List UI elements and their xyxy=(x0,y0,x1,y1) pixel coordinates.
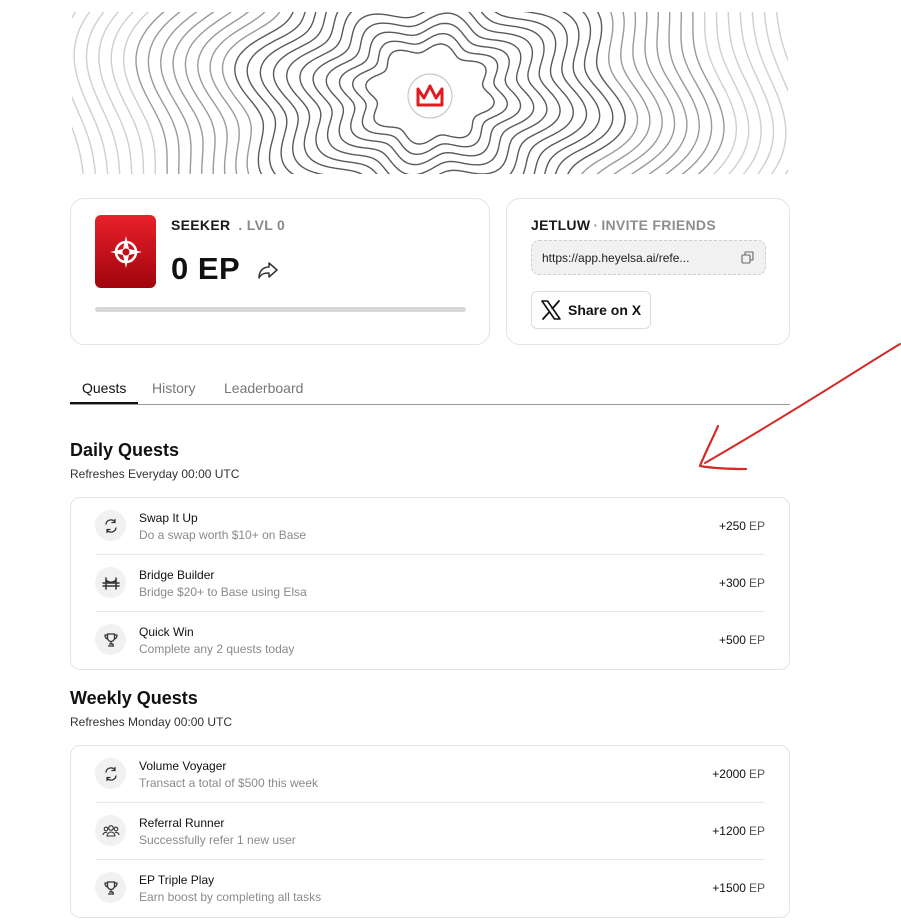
quest-description: Successfully refer 1 new user xyxy=(139,833,296,847)
daily-quests-refresh: Refreshes Everyday 00:00 UTC xyxy=(70,467,240,481)
swap-icon xyxy=(95,758,126,789)
wave-pattern-graphic xyxy=(72,12,788,174)
wave-ring xyxy=(338,22,522,166)
tab-quests[interactable]: Quests xyxy=(70,380,139,404)
quest-item[interactable]: Referral Runner Successfully refer 1 new… xyxy=(95,803,765,860)
quest-title: EP Triple Play xyxy=(139,873,215,887)
badge-ring xyxy=(407,73,453,119)
quest-reward-value: +300 xyxy=(718,576,746,590)
quest-reward-unit: EP xyxy=(748,576,765,590)
referral-link-text: https://app.heyelsa.ai/refe... xyxy=(542,251,690,265)
weekly-quests-title: Weekly Quests xyxy=(70,688,198,708)
quest-reward: +2000 EP xyxy=(712,767,765,781)
quest-reward: +1500 EP xyxy=(712,881,765,895)
username: JETLUW xyxy=(531,217,591,233)
quest-item[interactable]: Swap It Up Do a swap worth $10+ on Base … xyxy=(95,498,765,555)
quest-description: Earn boost by completing all tasks xyxy=(139,890,322,904)
quest-description: Transact a total of $500 this week xyxy=(139,776,318,790)
quest-title: Volume Voyager xyxy=(139,759,227,773)
share-on-x-label: Share on X xyxy=(568,302,642,318)
bridge-icon xyxy=(95,567,126,598)
quest-reward-value: +2000 xyxy=(712,767,746,781)
quest-reward-unit: EP xyxy=(748,824,765,838)
quest-item[interactable]: Bridge Builder Bridge $20+ to Base using… xyxy=(95,555,765,612)
avatar xyxy=(95,215,156,288)
referral-link-field[interactable]: https://app.heyelsa.ai/refe... xyxy=(531,240,766,275)
quest-reward: +1200 EP xyxy=(712,824,765,838)
quest-item[interactable]: Volume Voyager Transact a total of $500 … xyxy=(95,746,765,803)
quest-item[interactable]: Quick Win Complete any 2 quests today +5… xyxy=(95,612,765,669)
quest-reward-unit: EP xyxy=(748,633,765,647)
quest-description: Do a swap worth $10+ on Base xyxy=(139,528,307,542)
swap-icon xyxy=(95,510,126,541)
quest-reward-unit: EP xyxy=(748,767,765,781)
daily-quests-title: Daily Quests xyxy=(70,440,180,460)
share-icon[interactable] xyxy=(257,261,279,284)
quest-reward: +250 EP xyxy=(719,519,765,533)
rank-level: SEEKER . LVL 0 xyxy=(171,217,285,233)
weekly-quest-list: Volume Voyager Transact a total of $500 … xyxy=(70,745,790,918)
crown-icon xyxy=(416,84,444,107)
trophy-icon xyxy=(95,872,126,903)
trophy-icon xyxy=(95,624,126,655)
rank-label: SEEKER xyxy=(171,217,231,233)
quest-description: Bridge $20+ to Base using Elsa xyxy=(139,585,307,599)
wave-ring xyxy=(365,43,495,145)
invite-card: JETLUW · INVITE FRIENDS https://app.heyels… xyxy=(506,198,790,345)
tab-history[interactable]: History xyxy=(152,380,196,404)
copy-icon[interactable] xyxy=(741,251,754,267)
separator: · xyxy=(593,217,599,233)
quest-title: Quick Win xyxy=(139,625,194,639)
quest-reward: +300 EP xyxy=(719,576,765,590)
quest-title: Referral Runner xyxy=(139,816,225,830)
quest-description: Complete any 2 quests today xyxy=(139,642,295,656)
points-value: 0 EP xyxy=(171,251,241,286)
share-on-x-button[interactable]: Share on X xyxy=(531,291,652,329)
users-icon xyxy=(95,815,126,846)
quest-reward-unit: EP xyxy=(748,881,765,895)
tab-bar: Quests History Leaderboard xyxy=(70,376,790,405)
quest-reward-value: +1500 xyxy=(712,881,746,895)
wave-ring xyxy=(351,33,509,156)
daily-quest-list: Swap It Up Do a swap worth $10+ on Base … xyxy=(70,497,790,670)
weekly-quests-refresh: Refreshes Monday 00:00 UTC xyxy=(70,715,233,729)
quest-item[interactable]: EP Triple Play Earn boost by completing … xyxy=(95,860,765,917)
tab-leaderboard[interactable]: Leaderboard xyxy=(224,380,303,404)
invite-label: INVITE FRIENDS xyxy=(601,217,716,233)
annotation-arrow xyxy=(698,343,901,471)
quest-title: Bridge Builder xyxy=(139,568,215,582)
level-label: . LVL 0 xyxy=(238,217,286,233)
quest-reward-value: +500 xyxy=(718,633,746,647)
level-progress-bar xyxy=(95,307,466,312)
compass-icon xyxy=(109,235,142,268)
quest-reward-value: +250 xyxy=(718,519,746,533)
invite-heading: JETLUW · INVITE FRIENDS xyxy=(531,217,716,233)
quest-title: Swap It Up xyxy=(139,511,198,525)
quest-reward: +500 EP xyxy=(719,633,765,647)
quest-reward-value: +1200 xyxy=(712,824,746,838)
profile-card: SEEKER . LVL 0 0 EP xyxy=(70,198,490,345)
x-logo-icon xyxy=(541,300,561,320)
hero-banner xyxy=(72,12,788,174)
quest-reward-unit: EP xyxy=(748,519,765,533)
